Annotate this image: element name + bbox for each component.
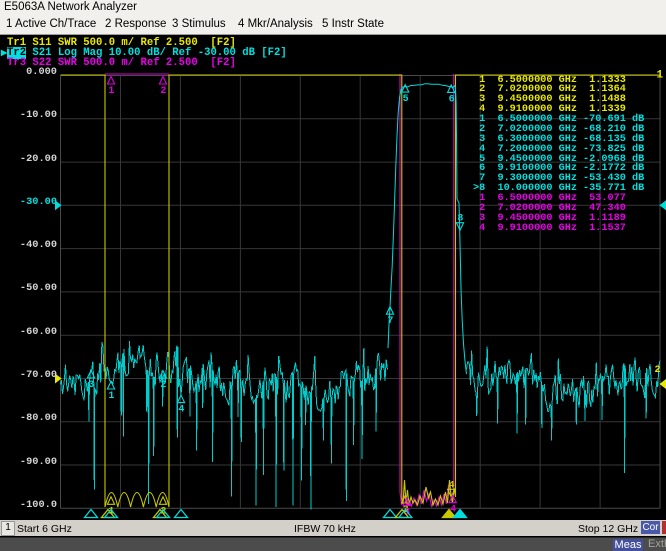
svg-text:1: 1 <box>657 70 664 82</box>
svg-text:5: 5 <box>403 94 409 105</box>
svg-text:3: 3 <box>88 380 94 391</box>
svg-text:1: 1 <box>108 391 114 402</box>
svg-text:7: 7 <box>387 316 393 327</box>
svg-text:2: 2 <box>160 86 166 97</box>
svg-text:8: 8 <box>457 214 463 225</box>
svg-text:2: 2 <box>160 380 166 391</box>
svg-text:1: 1 <box>108 86 114 97</box>
svg-text:6: 6 <box>449 94 455 105</box>
svg-text:4: 4 <box>449 480 455 491</box>
svg-text:4: 4 <box>178 405 184 416</box>
svg-text:2: 2 <box>655 365 661 376</box>
